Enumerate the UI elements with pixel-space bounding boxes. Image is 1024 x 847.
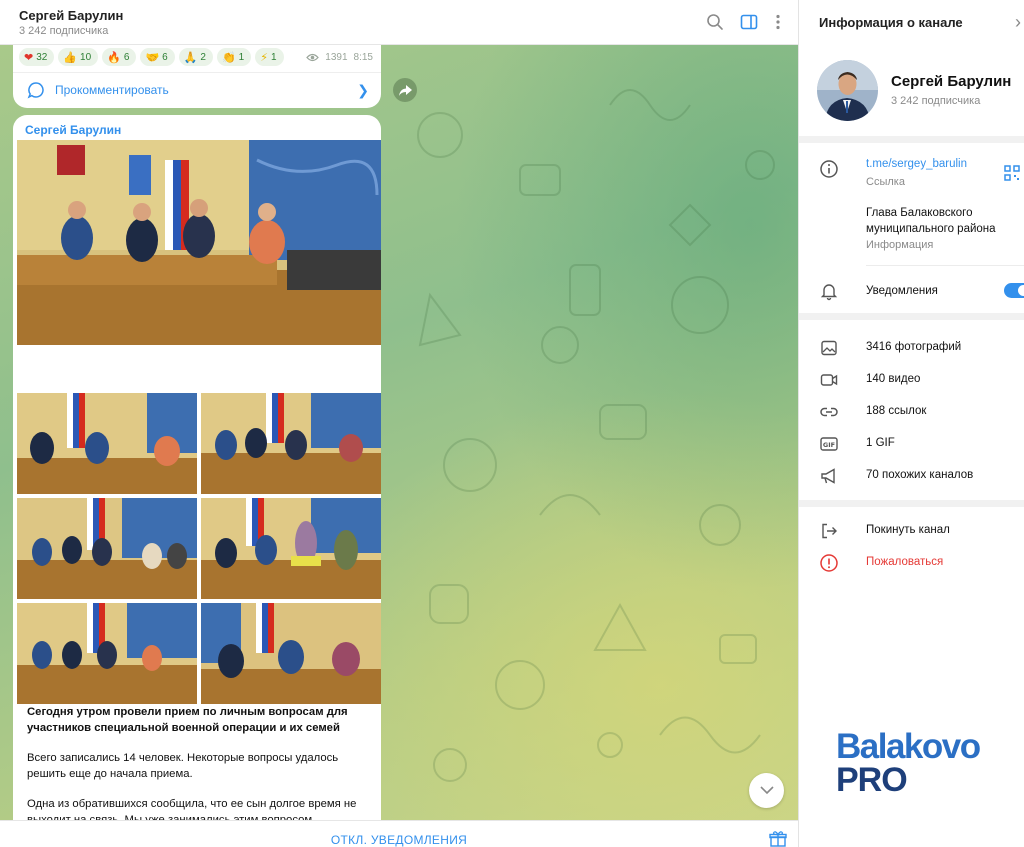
- channel-about: Глава Балаковского муниципального района: [866, 207, 996, 235]
- megaphone-icon: [821, 468, 835, 484]
- link-icon: [820, 407, 838, 417]
- chat-background: ❤ 32 👍 10 🔥 6 🤝 6 🙏 2 👏 1 ⚡ 1 1391 8:15 Прокомм…: [0, 45, 798, 820]
- post-photo-5[interactable]: [201, 498, 381, 599]
- post-photo-2[interactable]: [17, 393, 197, 494]
- reaction-count: 1: [238, 51, 245, 63]
- reaction-pray[interactable]: 🙏 2: [178, 48, 213, 66]
- post-paragraph: Всего записались 14 человек. Некоторые в…: [27, 752, 339, 780]
- reaction-count: 6: [162, 51, 168, 63]
- reaction-emoji: ❤: [24, 51, 34, 64]
- search-icon[interactable]: [705, 12, 725, 32]
- media-photos[interactable]: 3416 фотографий: [866, 341, 961, 353]
- gif-icon: GIF: [820, 437, 838, 451]
- photo-icon: [821, 340, 837, 356]
- reaction-emoji: 🙏: [183, 51, 198, 64]
- notifications-label: Уведомления: [866, 285, 938, 297]
- chat-footer: ОТКЛ. УВЕДОМЛЕНИЯ: [0, 820, 798, 847]
- reaction-lightning[interactable]: ⚡ 1: [255, 48, 284, 66]
- similar-channels[interactable]: 70 похожих каналов: [866, 469, 973, 481]
- close-panel-icon[interactable]: ›: [1015, 12, 1021, 33]
- chat-title[interactable]: Сергей Барулин: [19, 8, 123, 23]
- reaction-thumbs-up[interactable]: 👍 10: [58, 48, 99, 66]
- logo-line-2: PRO: [836, 761, 908, 799]
- balakovo-pro-logo: Balakovo PRO: [836, 727, 996, 800]
- media-links[interactable]: 188 ссылок: [866, 405, 926, 417]
- media-videos[interactable]: 140 видео: [866, 373, 920, 385]
- channel-link-caption: Ссылка: [866, 176, 905, 188]
- post-paragraph: Одна из обратившихся сообщила, что ее сы…: [27, 798, 357, 820]
- reaction-heart[interactable]: ❤ 32: [19, 48, 55, 66]
- channel-about-caption: Информация: [866, 239, 934, 251]
- media-gifs[interactable]: 1 GIF: [866, 437, 895, 449]
- leave-channel-button[interactable]: Покинуть канал: [866, 524, 950, 536]
- divider: [799, 136, 1024, 143]
- divider: [799, 500, 1024, 507]
- reaction-emoji: 🤝: [145, 51, 160, 64]
- reaction-emoji: ⚡: [260, 51, 268, 64]
- eye-icon: [306, 53, 320, 62]
- reaction-count: 32: [36, 51, 48, 63]
- channel-post: Сергей Барулин Сегодня утром провели при…: [13, 115, 381, 820]
- chat-subscribers: 3 242 подписчика: [19, 25, 109, 37]
- post-meta: 1391 8:15: [306, 52, 373, 63]
- previous-post: ❤ 32 👍 10 🔥 6 🤝 6 🙏 2 👏 1 ⚡ 1 1391 8:15 Прокомм…: [13, 45, 381, 108]
- leave-icon: [822, 523, 837, 539]
- reaction-count: 2: [200, 51, 206, 63]
- reactions-bar: ❤ 32 👍 10 🔥 6 🤝 6 🙏 2 👏 1 ⚡ 1: [19, 48, 284, 66]
- reaction-emoji: 👏: [221, 51, 236, 64]
- chevron-down-icon: [759, 786, 774, 795]
- divider: [866, 265, 1024, 266]
- comment-label: Прокомментировать: [55, 83, 169, 97]
- post-text: Сегодня утром провели прием по личным во…: [27, 705, 369, 820]
- reaction-count: 6: [123, 51, 130, 63]
- post-time: 8:15: [353, 52, 373, 63]
- channel-link[interactable]: t.me/sergey_barulin: [866, 158, 967, 170]
- share-button[interactable]: [393, 78, 417, 102]
- report-icon: [820, 554, 838, 572]
- reaction-clap[interactable]: 👏 1: [216, 48, 252, 66]
- avatar[interactable]: [817, 60, 878, 121]
- chat-header[interactable]: Сергей Барулин 3 242 подписчика: [0, 0, 798, 45]
- svg-text:GIF: GIF: [823, 441, 835, 449]
- gift-icon[interactable]: [769, 830, 787, 847]
- channel-subscribers: 3 242 подписчика: [891, 95, 981, 107]
- info-panel-title: Информация о канале: [819, 15, 963, 30]
- reaction-emoji: 👍: [63, 51, 78, 64]
- more-icon[interactable]: [768, 12, 788, 32]
- bell-icon: [820, 284, 838, 301]
- reaction-count: 10: [80, 51, 92, 63]
- qr-code-icon[interactable]: [1004, 165, 1020, 181]
- mute-notifications-button[interactable]: ОТКЛ. УВЕДОМЛЕНИЯ: [0, 833, 798, 847]
- reaction-handshake[interactable]: 🤝 6: [140, 48, 175, 66]
- reaction-emoji: 🔥: [107, 51, 121, 64]
- post-photo-6[interactable]: [17, 603, 197, 704]
- logo-line-1: Balakovo: [836, 727, 981, 766]
- channel-name: Сергей Барулин: [891, 73, 1012, 90]
- scroll-down-button[interactable]: [749, 773, 784, 808]
- video-icon: [820, 374, 838, 386]
- info-icon: [820, 160, 838, 178]
- post-photo-4[interactable]: [17, 498, 197, 599]
- comment-icon: [27, 82, 44, 99]
- post-photo-7[interactable]: [201, 603, 381, 704]
- side-panel-icon[interactable]: [739, 12, 759, 32]
- chevron-right-icon: ❯: [357, 82, 369, 98]
- comment-button[interactable]: Прокомментировать ❯: [13, 72, 381, 106]
- post-headline: Сегодня утром провели прием по личным во…: [27, 706, 348, 734]
- reaction-count: 1: [270, 51, 277, 63]
- divider: [799, 313, 1024, 320]
- chat-panel: Сергей Барулин 3 242 подписчика ❤ 32 👍 1…: [0, 0, 798, 847]
- reaction-fire[interactable]: 🔥 6: [102, 48, 137, 66]
- report-button[interactable]: Пожаловаться: [866, 556, 943, 568]
- post-photo-main[interactable]: [17, 140, 381, 345]
- share-icon: [398, 84, 412, 96]
- notifications-toggle[interactable]: [1004, 283, 1024, 298]
- channel-info-panel: Информация о канале › Сергей Барулин 3 2…: [798, 0, 1024, 847]
- post-author[interactable]: Сергей Барулин: [25, 123, 121, 137]
- views-count: 1391: [325, 52, 348, 63]
- post-photo-3[interactable]: [201, 393, 381, 494]
